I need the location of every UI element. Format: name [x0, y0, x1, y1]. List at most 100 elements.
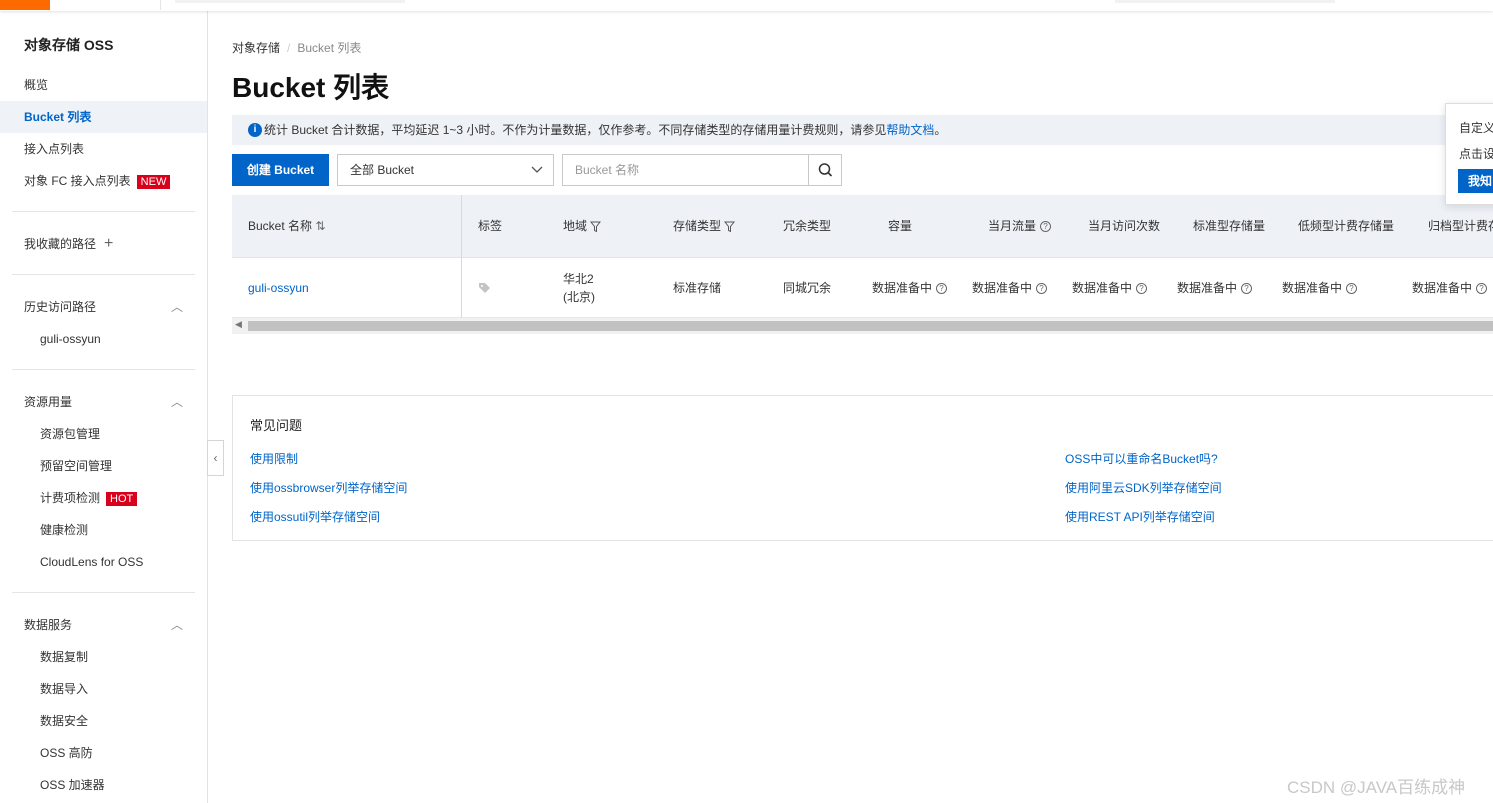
sidebar-item-label: 资源包管理 — [40, 427, 101, 441]
watermark: CSDN @JAVA百练成神 — [1287, 778, 1466, 797]
chevron-left-icon: ‹ — [213, 451, 218, 465]
sidebar-item-oss-accelerator[interactable]: OSS 加速器 — [0, 769, 207, 801]
search-input[interactable]: Bucket 名称 — [575, 155, 639, 185]
sort-icon[interactable]: ⇅ — [315, 219, 325, 233]
popover-line1: 自定义 — [1459, 121, 1493, 135]
column-header-ia: 低频型计费存储量 — [1298, 219, 1395, 233]
column-header-storage-class[interactable]: 存储类型 — [673, 195, 736, 258]
tag-icon[interactable] — [478, 258, 491, 318]
column-header-region[interactable]: 地域 — [563, 195, 602, 258]
help-icon[interactable]: ? — [1346, 283, 1358, 295]
faq-link[interactable]: OSS中可以重命名Bucket吗? — [1065, 450, 1218, 467]
column-divider — [461, 195, 462, 318]
breadcrumb-current: Bucket 列表 — [297, 41, 362, 55]
search-button[interactable] — [808, 155, 841, 185]
sidebar-item-label: 预留空间管理 — [40, 459, 113, 473]
help-icon[interactable]: ? — [1136, 283, 1148, 295]
sidebar-divider — [12, 211, 195, 212]
sidebar-item-reserved-space[interactable]: 预留空间管理 — [0, 450, 207, 482]
standard-cell: 数据准备中? — [1177, 258, 1253, 318]
sidebar-item-data-import[interactable]: 数据导入 — [0, 673, 207, 705]
sidebar-divider — [12, 592, 195, 593]
sidebar-group-label: 历史访问路径 — [24, 300, 97, 314]
sidebar-item-label: 我收藏的路径 — [24, 237, 97, 251]
sidebar-item-resource-packages[interactable]: 资源包管理 — [0, 418, 207, 450]
storage-class-cell: 标准存储 — [673, 281, 722, 295]
faq-link[interactable]: 使用阿里云SDK列举存储空间 — [1065, 479, 1222, 496]
info-icon: i — [248, 123, 262, 137]
faq-link[interactable]: 使用ossbrowser列举存储空间 — [250, 479, 407, 496]
help-icon[interactable]: ? — [936, 283, 948, 295]
sidebar-item-bucket-list[interactable]: Bucket 列表 — [0, 101, 207, 133]
breadcrumb-root[interactable]: 对象存储 — [232, 41, 280, 55]
sidebar-item-label: 数据导入 — [40, 682, 89, 696]
topbar-search-area[interactable] — [1115, 0, 1335, 3]
sidebar-group-data-service[interactable]: 数据服务 ︿ — [0, 609, 207, 641]
sidebar-item-cloudlens[interactable]: CloudLens for OSS — [0, 546, 207, 578]
sidebar-item-access-points[interactable]: 接入点列表 — [0, 133, 207, 165]
filter-icon[interactable] — [590, 219, 602, 233]
chevron-down-icon — [531, 155, 543, 196]
sidebar-group-history[interactable]: 历史访问路径 ︿ — [0, 291, 207, 323]
archive-cell: 数据准备中? — [1412, 258, 1488, 318]
horizontal-scrollbar[interactable]: ◀ — [232, 318, 1493, 334]
sidebar-item-label: CloudLens for OSS — [40, 555, 144, 569]
column-header-name[interactable]: Bucket 名称 ⇅ — [248, 195, 325, 258]
popover-line2: 点击设 — [1459, 147, 1493, 161]
sidebar-item-overview[interactable]: 概览 — [0, 69, 207, 101]
scroll-left-icon[interactable]: ◀ — [235, 319, 242, 330]
faq-link[interactable]: 使用ossutil列举存储空间 — [250, 508, 380, 525]
bucket-search: Bucket 名称 — [562, 154, 842, 186]
bucket-name-link[interactable]: guli-ossyun — [248, 258, 309, 318]
sidebar-item-data-replication[interactable]: 数据复制 — [0, 641, 207, 673]
column-header-redundancy: 冗余类型 — [783, 219, 832, 233]
sidebar-item-label: 数据复制 — [40, 650, 89, 664]
chevron-up-icon: ︿ — [170, 618, 183, 632]
help-icon[interactable]: ? — [1476, 283, 1488, 295]
filter-icon[interactable] — [724, 219, 736, 233]
bucket-filter-select[interactable]: 全部 Bucket — [337, 154, 554, 186]
topbar-workbench-area[interactable] — [175, 0, 405, 3]
scrollbar-thumb[interactable] — [248, 321, 1493, 331]
column-header-tags: 标签 — [478, 219, 503, 233]
info-notice: i 统计 Bucket 合计数据，平均延迟 1~3 小时。不作为计量数据，仅作参… — [232, 115, 1493, 145]
capacity-cell: 数据准备中? — [872, 258, 948, 318]
help-icon[interactable]: ? — [1241, 283, 1253, 295]
page-title: Bucket 列表 — [232, 72, 390, 103]
sidebar-item-label: 对象 FC 接入点列表 — [24, 174, 131, 188]
sidebar-item-health-check[interactable]: 健康检测 — [0, 514, 207, 546]
help-doc-link[interactable]: 帮助文档 — [886, 123, 934, 137]
traffic-cell: 数据准备中? — [972, 258, 1048, 318]
help-icon[interactable]: ? — [1036, 283, 1048, 295]
sidebar-item-favorites[interactable]: 我收藏的路径 + — [0, 228, 207, 260]
popover-confirm-button[interactable]: 我知 — [1458, 169, 1493, 193]
sidebar-item-data-security[interactable]: 数据安全 — [0, 705, 207, 737]
new-badge: NEW — [136, 174, 171, 189]
sidebar-collapse-button[interactable]: ‹ — [207, 440, 224, 476]
sidebar-item-label: OSS 高防 — [40, 746, 93, 760]
help-icon[interactable]: ? — [1040, 221, 1052, 233]
sidebar-divider — [12, 369, 195, 370]
sidebar-item-label: 计费项检测 — [40, 491, 101, 505]
chevron-up-icon: ︿ — [170, 300, 183, 314]
sidebar-item-history-guli-ossyun[interactable]: guli-ossyun — [0, 323, 207, 355]
ia-cell: 数据准备中? — [1282, 258, 1358, 318]
sidebar-group-label: 资源用量 — [24, 395, 73, 409]
sidebar-group-resource[interactable]: 资源用量 ︿ — [0, 386, 207, 418]
faq-link[interactable]: 使用REST API列举存储空间 — [1065, 508, 1215, 525]
sidebar-item-label: Bucket 列表 — [24, 110, 92, 124]
top-navbar — [0, 0, 1493, 11]
create-bucket-button[interactable]: 创建 Bucket — [232, 154, 329, 186]
aliyun-logo[interactable] — [0, 0, 50, 10]
sidebar-item-billing-check[interactable]: 计费项检测 HOT — [0, 482, 207, 514]
sidebar-item-oss-ddos[interactable]: OSS 高防 — [0, 737, 207, 769]
table-row: guli-ossyun 华北2 (北京) 标准存储 同城冗余 数据准备中? 数据准… — [232, 258, 1493, 318]
breadcrumb-separator: / — [287, 41, 291, 55]
sidebar: 对象存储 OSS 概览 Bucket 列表 接入点列表 对象 FC 接入点列表 N… — [0, 11, 208, 803]
sidebar-item-fc-access-points[interactable]: 对象 FC 接入点列表 NEW — [0, 165, 207, 197]
plus-icon[interactable]: + — [104, 228, 113, 260]
search-icon — [818, 163, 833, 177]
faq-title: 常见问题 — [250, 418, 303, 433]
column-header-capacity: 容量 — [888, 219, 913, 233]
faq-link[interactable]: 使用限制 — [250, 450, 298, 467]
